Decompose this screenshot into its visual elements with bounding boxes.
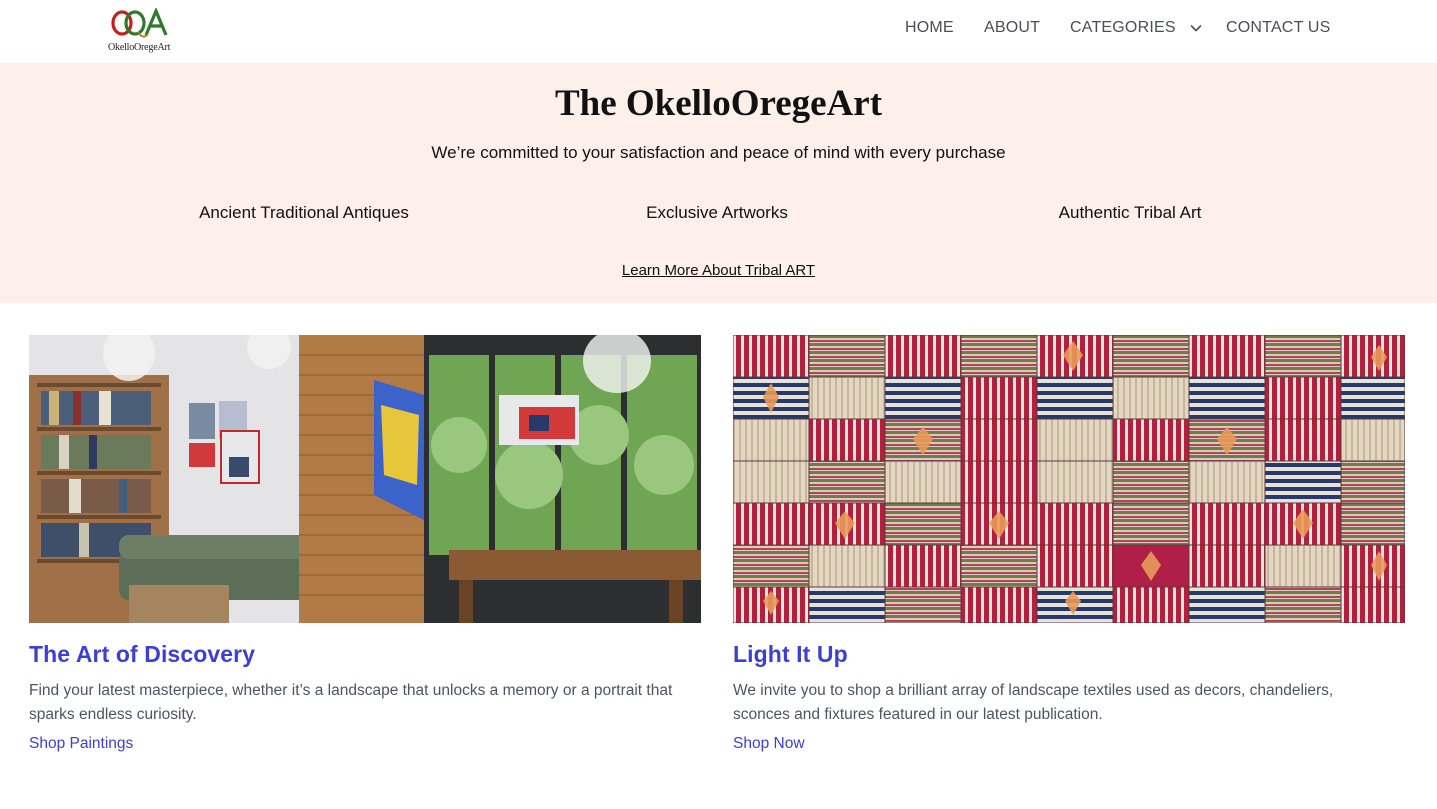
nav-categories-label: CATEGORIES — [1070, 19, 1176, 36]
shop-now-link[interactable]: Shop Now — [733, 735, 805, 753]
hero-title: The OkelloOregeArt — [554, 83, 883, 124]
brand-name: OkelloOregeArt — [108, 42, 171, 53]
nav-home[interactable]: HOME — [905, 17, 954, 39]
hero-banner: The OkelloOregeArt We’re committed to yo… — [0, 63, 1437, 303]
feature-artworks: Exclusive Artworks — [646, 203, 788, 222]
card-light-it-up: Light It Up We invite you to shop a bril… — [733, 335, 1405, 753]
shop-paintings-link[interactable]: Shop Paintings — [29, 735, 133, 753]
brand-logo[interactable]: OkelloOregeArt — [108, 6, 178, 54]
logo-mark-icon — [111, 6, 168, 38]
card-description: We invite you to shop a brilliant array … — [733, 682, 1334, 723]
card-title[interactable]: Light It Up — [733, 641, 1405, 668]
nav-contact[interactable]: CONTACT US — [1226, 17, 1331, 39]
card-title[interactable]: The Art of Discovery — [29, 641, 701, 668]
nav-categories[interactable]: CATEGORIES — [1070, 17, 1202, 39]
feature-tribal-art: Authentic Tribal Art — [1058, 203, 1202, 222]
card-description: Find your latest masterpiece, whether it… — [29, 682, 673, 723]
chevron-down-icon — [1190, 25, 1202, 32]
learn-more-container: Learn More About Tribal ART — [0, 262, 1437, 279]
feature-antiques: Ancient Traditional Antiques — [199, 203, 409, 222]
learn-more-link[interactable]: Learn More About Tribal ART — [622, 262, 815, 279]
top-navbar: OkelloOregeArt HOME ABOUT CATEGORIES CON… — [0, 0, 1437, 63]
hero-subtitle: We’re committed to your satisfaction and… — [431, 143, 1006, 162]
nav-about[interactable]: ABOUT — [984, 17, 1040, 39]
card-art-of-discovery: The Art of Discovery Find your latest ma… — [29, 335, 701, 753]
tribal-textile-image[interactable] — [733, 335, 1405, 623]
living-room-image[interactable] — [29, 335, 701, 623]
